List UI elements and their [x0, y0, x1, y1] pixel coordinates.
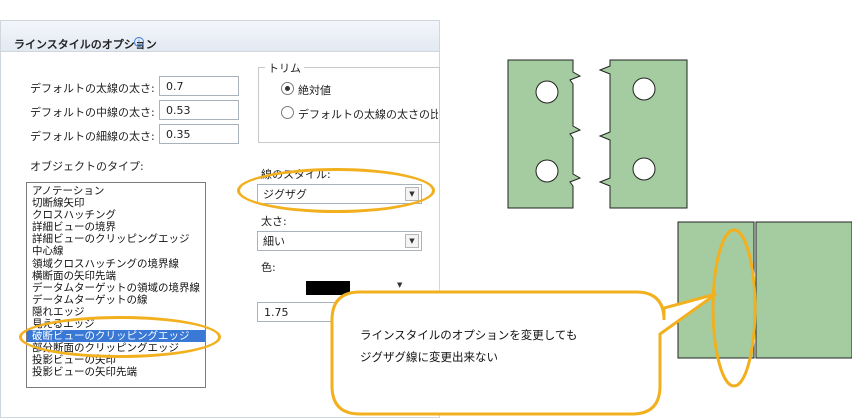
- list-item[interactable]: アノテーション: [27, 185, 205, 197]
- thickness-value: 細い: [263, 235, 285, 248]
- chevron-down-icon[interactable]: ▼: [405, 234, 419, 248]
- color-dropdown-arrow-icon[interactable]: ▼: [397, 281, 402, 289]
- callout-line-2: ジグザグ線に変更出来ない: [360, 350, 498, 364]
- list-item[interactable]: 投影ビューの矢印先端: [27, 366, 205, 378]
- list-item[interactable]: データムターゲットの線: [27, 294, 205, 306]
- part-bottom-right: [755, 221, 852, 359]
- hole-top-right: [632, 77, 656, 101]
- list-item[interactable]: 中心線: [27, 245, 205, 257]
- thin-width-input[interactable]: 0.35: [159, 124, 239, 144]
- thickness-label: 太さ:: [261, 215, 287, 228]
- list-item[interactable]: 詳細ビューのクリッピングエッジ: [27, 233, 205, 245]
- absolute-radio[interactable]: [281, 82, 294, 95]
- absolute-radio-label: 絶対値: [298, 84, 331, 97]
- trim-group: [258, 67, 440, 143]
- list-item[interactable]: 切断線矢印: [27, 197, 205, 209]
- color-label: 色:: [261, 261, 276, 274]
- callout-line-1: ラインスタイルのオプションを変更しても: [360, 328, 578, 342]
- hole-bottom-right: [632, 157, 656, 181]
- extra-value-input[interactable]: 1.75: [257, 302, 337, 322]
- highlight-selected-item: [19, 316, 221, 358]
- list-item[interactable]: クロスハッチング: [27, 209, 205, 221]
- thick-width-label: デフォルトの太線の太さ:: [30, 82, 155, 95]
- medium-width-label: デフォルトの中線の太さ:: [30, 106, 155, 119]
- hole-bottom-left: [535, 159, 559, 183]
- list-item[interactable]: 領域クロスハッチングの境界線: [27, 258, 205, 270]
- thick-width-input[interactable]: 0.7: [159, 76, 239, 96]
- ratio-radio-label: デフォルトの太線の太さの比率: [298, 108, 438, 121]
- list-item[interactable]: データムターゲットの領域の境界線: [27, 282, 205, 294]
- trim-group-title: トリム: [265, 60, 304, 76]
- info-icon[interactable]: i: [134, 37, 144, 47]
- hole-top-left: [535, 80, 559, 104]
- highlight-line-style: [237, 168, 435, 213]
- medium-width-input[interactable]: 0.53: [159, 100, 239, 120]
- thickness-select[interactable]: 細い ▼: [257, 231, 422, 251]
- object-type-label: オブジェクトのタイプ:: [30, 160, 144, 173]
- thin-width-label: デフォルトの細線の太さ:: [30, 130, 155, 143]
- list-item[interactable]: 横断面の矢印先端: [27, 270, 205, 282]
- ratio-radio[interactable]: [281, 106, 294, 119]
- list-item[interactable]: 詳細ビューの境界: [27, 221, 205, 233]
